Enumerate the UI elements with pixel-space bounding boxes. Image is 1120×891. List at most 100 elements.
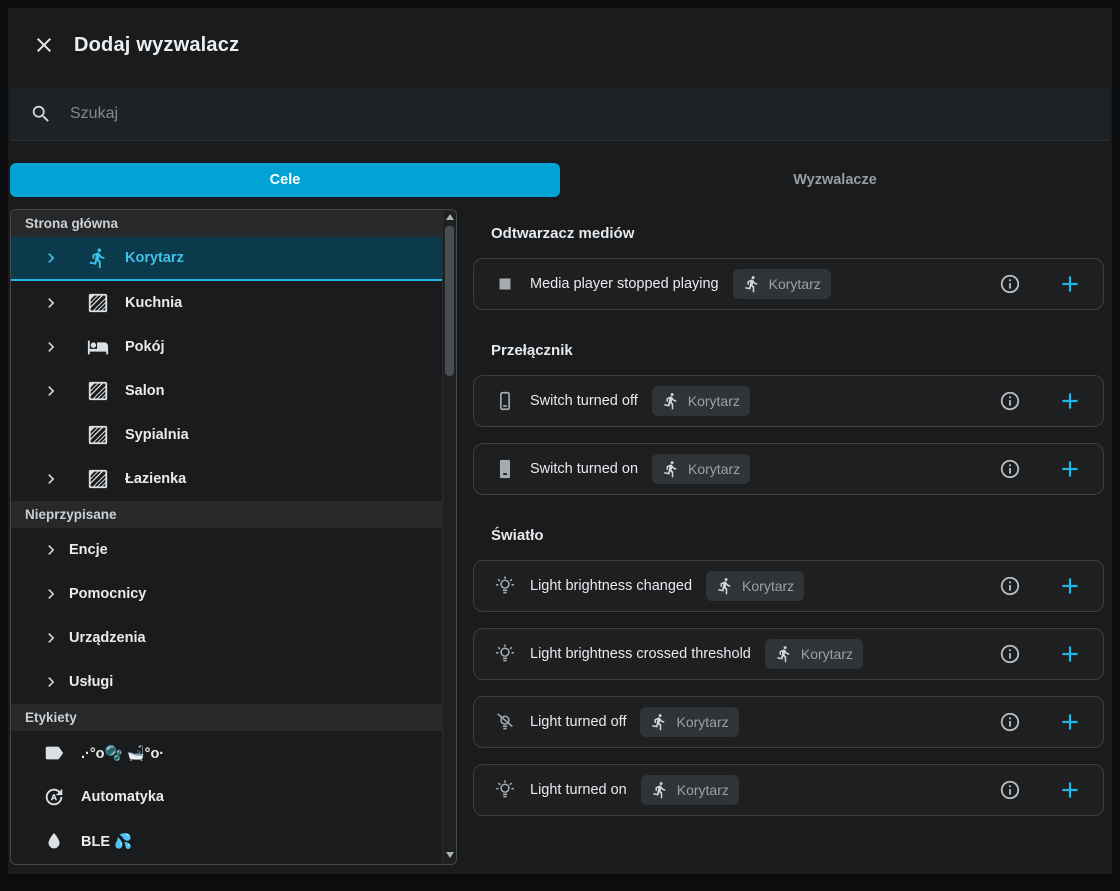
sidebar-section-header: Etykiety (11, 704, 443, 731)
add-trigger-button[interactable] (1057, 271, 1083, 297)
target-chip-label: Korytarz (801, 646, 853, 662)
search-input[interactable] (68, 104, 1090, 124)
sidebar-item-pokoj[interactable]: Pokój (11, 325, 443, 369)
sidebar-item-label: Encje (69, 542, 108, 558)
sidebar-item-ble[interactable]: BLE 💦 (11, 819, 443, 863)
chevron-right-icon[interactable] (41, 584, 61, 604)
trigger-group-header: Przełącznik (491, 342, 1104, 359)
target-chip-label: Korytarz (742, 578, 794, 594)
chevron-right-icon[interactable] (41, 293, 61, 313)
walk-icon (743, 275, 761, 293)
information-icon (999, 779, 1021, 801)
bed-icon (87, 336, 109, 358)
plus-icon (1057, 388, 1083, 414)
sidebar-item-sypialnia[interactable]: Sypialnia (11, 413, 443, 457)
search-icon (30, 103, 52, 125)
trigger-label: Switch turned on (530, 461, 638, 477)
trigger-card[interactable]: Switch turned off Korytarz (473, 375, 1104, 427)
trigger-group-label: Odtwarzacz mediów (491, 225, 634, 242)
close-icon[interactable] (32, 33, 56, 57)
plus-icon (1057, 456, 1083, 482)
trigger-list: Odtwarzacz mediów Media player stopped pl… (473, 209, 1110, 865)
target-chip: Korytarz (733, 269, 831, 299)
info-button[interactable] (999, 390, 1021, 412)
sidebar-item-label: Sypialnia (125, 427, 189, 443)
trigger-card[interactable]: Light brightness crossed thresholdKoryta… (473, 628, 1104, 680)
sidebar-item-automatyka[interactable]: Automatyka (11, 775, 443, 819)
chevron-right-icon[interactable] (41, 628, 61, 648)
scrollbar-thumb[interactable] (445, 226, 454, 376)
sidebar-item-lazienka[interactable]: Łazienka (11, 457, 443, 501)
sidebar-item-pomocnicy[interactable]: Pomocnicy (11, 572, 443, 616)
info-button[interactable] (999, 779, 1021, 801)
add-trigger-button[interactable] (1057, 709, 1083, 735)
trigger-card[interactable]: Switch turned onKorytarz (473, 443, 1104, 495)
walk-icon (775, 645, 793, 663)
information-icon (999, 458, 1021, 480)
dialog-title: Dodaj wyzwalacz (74, 34, 239, 57)
add-trigger-button[interactable] (1057, 456, 1083, 482)
sidebar-item-uslugi[interactable]: Usługi (11, 660, 443, 704)
add-trigger-button[interactable] (1057, 388, 1083, 414)
target-chip-label: Korytarz (688, 393, 740, 409)
sidebar-item-o-o[interactable]: .·°o🫧 🛁°o· (11, 731, 443, 775)
chevron-right-icon[interactable] (41, 248, 61, 268)
chevron-right-icon[interactable] (41, 337, 61, 357)
walk-icon (662, 392, 680, 410)
sidebar-section-header: Strona główna (11, 210, 443, 237)
sidebar-item-salon[interactable]: Salon (11, 369, 443, 413)
sidebar-item-kuchnia[interactable]: Kuchnia (11, 281, 443, 325)
information-icon (999, 390, 1021, 412)
info-button[interactable] (999, 458, 1021, 480)
area-icon (87, 292, 109, 314)
target-chip-label: Korytarz (769, 276, 821, 292)
sidebar-item-korytarz[interactable]: Korytarz (11, 237, 443, 281)
light-off-icon (494, 711, 516, 733)
chevron-right-icon[interactable] (41, 469, 61, 489)
sidebar-item-label: Automatyka (81, 789, 164, 805)
tab-wyzwalacze[interactable]: Wyzwalacze (560, 163, 1110, 197)
trigger-group-header: Światło (491, 527, 1104, 544)
add-trigger-button[interactable] (1057, 573, 1083, 599)
walk-icon (662, 460, 680, 478)
sidebar-item-label: Pokój (125, 339, 164, 355)
trigger-label: Switch turned off (530, 393, 638, 409)
add-trigger-button[interactable] (1057, 777, 1083, 803)
target-chip-label: Korytarz (677, 782, 729, 798)
sidebar-item-label: Łazienka (125, 471, 186, 487)
sidebar-item-label: Kuchnia (125, 295, 182, 311)
automation-icon (43, 786, 65, 808)
trigger-label: Light turned on (530, 782, 627, 798)
info-button[interactable] (999, 711, 1021, 733)
sidebar-scrollbar[interactable] (442, 210, 456, 864)
targets-tree: Strona główna Korytarz Kuchnia Pokój Salon Sy… (11, 210, 443, 864)
section-header-label: Etykiety (25, 710, 77, 725)
sidebar-item-encje[interactable]: Encje (11, 528, 443, 572)
sidebar-item-label: Korytarz (125, 250, 184, 266)
plus-icon (1057, 709, 1083, 735)
plus-icon (1057, 573, 1083, 599)
trigger-card[interactable]: Light brightness changedKorytarz (473, 560, 1104, 612)
trigger-label: Media player stopped playing (530, 276, 719, 292)
sidebar-item-urzadzenia[interactable]: Urządzenia (11, 616, 443, 660)
walk-icon (650, 713, 668, 731)
chevron-right-icon[interactable] (41, 672, 61, 692)
tab-cele[interactable]: Cele (10, 163, 560, 197)
scroll-up-icon[interactable] (443, 210, 456, 224)
scroll-down-icon[interactable] (443, 848, 456, 862)
info-button[interactable] (999, 575, 1021, 597)
trigger-card[interactable]: Media player stopped playing Korytarz (473, 258, 1104, 310)
add-trigger-dialog: Dodaj wyzwalacz Cele Wyzwalacze Strona g… (8, 8, 1112, 874)
dialog-header: Dodaj wyzwalacz (8, 8, 1112, 82)
trigger-card[interactable]: Light turned offKorytarz (473, 696, 1104, 748)
tab-bar: Cele Wyzwalacze (10, 163, 1110, 197)
trigger-card[interactable]: Light turned on Korytarz (473, 764, 1104, 816)
trigger-group-label: Światło (491, 527, 544, 544)
chevron-right-icon[interactable] (41, 381, 61, 401)
chevron-right-icon[interactable] (41, 540, 61, 560)
brightness-icon (494, 575, 516, 597)
add-trigger-button[interactable] (1057, 641, 1083, 667)
target-chip: Korytarz (641, 775, 739, 805)
info-button[interactable] (999, 273, 1021, 295)
info-button[interactable] (999, 643, 1021, 665)
